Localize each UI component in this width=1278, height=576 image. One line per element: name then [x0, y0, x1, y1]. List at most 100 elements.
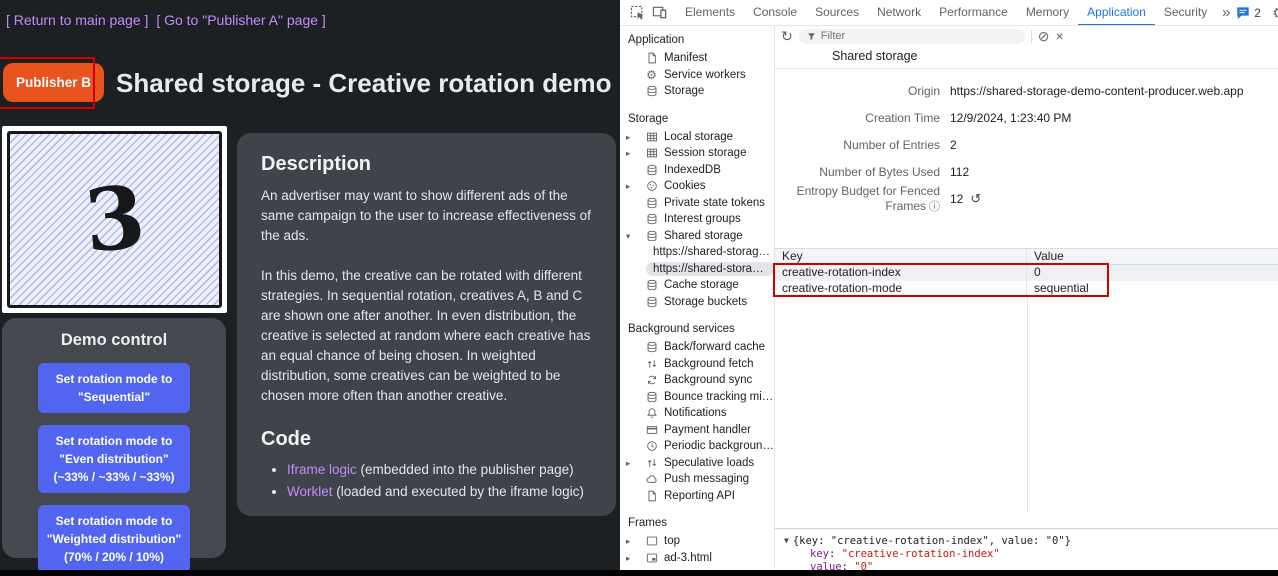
sidebar-item-label: Cache storage	[664, 279, 739, 291]
tab-sources[interactable]: Sources	[806, 0, 868, 26]
sidebar-item-label: top	[664, 535, 680, 547]
more-tabs-icon[interactable]: »	[1216, 4, 1236, 21]
devtools-tabbar: ElementsConsoleSourcesNetworkPerformance…	[620, 0, 1278, 26]
settings-gear-icon[interactable]: ⚙	[1269, 4, 1278, 22]
table-header: Key Value	[775, 249, 1278, 265]
triangle-collapsed-icon[interactable]: ▸	[626, 145, 638, 162]
messages-badge[interactable]: 2	[1236, 6, 1261, 20]
sidebar-item-label: Notifications	[664, 407, 727, 419]
demo-buttons: Set rotation mode to"Sequential"Set rota…	[2, 363, 226, 570]
sidebar-item-cache-storage[interactable]: Cache storage	[620, 277, 774, 294]
database-icon	[645, 341, 658, 354]
cell-key: creative-rotation-index	[775, 265, 1027, 281]
sidebar-item-cookies[interactable]: ▸Cookies	[620, 178, 774, 195]
sidebar-item-interest-groups[interactable]: Interest groups	[620, 211, 774, 228]
tab-application[interactable]: Application	[1078, 0, 1155, 26]
sidebar-item-https-shared-storage-d[interactable]: https://shared-storage-d…	[620, 244, 774, 261]
go-to-publisher-a-link[interactable]: [ Go to "Publisher A" page ]	[156, 12, 325, 28]
sidebar-item-speculative-loads[interactable]: ▸Speculative loads	[620, 455, 774, 472]
sidebar-item-label: Background fetch	[664, 358, 754, 370]
button-line: "Sequential"	[42, 388, 186, 406]
sidebar-item-storage[interactable]: Storage	[620, 83, 774, 100]
sidebar-section-storage: Storage▸Local storage▸Session storageInd…	[620, 111, 774, 311]
sidebar-item-storage-buckets[interactable]: Storage buckets	[620, 294, 774, 311]
devtools-tabs: ElementsConsoleSourcesNetworkPerformance…	[676, 0, 1216, 26]
refresh-icon[interactable]: ↻	[781, 29, 793, 43]
sidebar-item-background-fetch[interactable]: Background fetch	[620, 356, 774, 373]
sidebar-item-notifications[interactable]: Notifications	[620, 405, 774, 422]
sidebar-item-push-messaging[interactable]: Push messaging	[620, 471, 774, 488]
sidebar-item-label: Private state tokens	[664, 197, 765, 209]
sidebar-item-payment-handler[interactable]: Payment handler	[620, 422, 774, 439]
tab-performance[interactable]: Performance	[930, 0, 1017, 26]
sidebar-item-ad-3-html[interactable]: ▸ad-3.html	[620, 550, 774, 567]
publisher-b-button[interactable]: Publisher B	[3, 63, 104, 102]
sidebar-item-shared-storage[interactable]: ▾Shared storage	[620, 228, 774, 245]
preview-entry: key: "creative-rotation-index"	[784, 548, 1278, 561]
description-paragraph-2: In this demo, the creative can be rotate…	[261, 266, 592, 406]
table-row[interactable]: creative-rotation-index0	[775, 265, 1278, 281]
table-row[interactable]: creative-rotation-modesequential	[775, 281, 1278, 297]
sidebar-item-private-state-tokens[interactable]: Private state tokens	[620, 195, 774, 212]
button-line: Set rotation mode to	[42, 432, 186, 450]
ad-creative-hatch: 3	[7, 131, 222, 308]
triangle-collapsed-icon[interactable]: ▸	[626, 178, 638, 195]
filter-input[interactable]	[821, 30, 1017, 42]
sidebar-item-back-forward-cache[interactable]: Back/forward cache	[620, 339, 774, 356]
column-header-key[interactable]: Key	[775, 249, 1027, 264]
sidebar-item-label: https://shared-storage-d…	[646, 262, 774, 276]
worklet-link[interactable]: Worklet	[287, 484, 333, 499]
block-icon[interactable]: ⊘	[1038, 29, 1050, 43]
triangle-collapsed-icon[interactable]: ▸	[626, 533, 638, 550]
sidebar-item-manifest[interactable]: Manifest	[620, 50, 774, 67]
sync-icon	[645, 374, 658, 387]
sidebar-item-label: Local storage	[664, 131, 733, 143]
page-nav: [ Return to main page ] [ Go to "Publish…	[6, 12, 330, 28]
tab-network[interactable]: Network	[868, 0, 930, 26]
triangle-collapsed-icon[interactable]: ▸	[626, 550, 638, 567]
sidebar-item-indexeddb[interactable]: IndexedDB	[620, 162, 774, 179]
sidebar-item-session-storage[interactable]: ▸Session storage	[620, 145, 774, 162]
button-line: (~33% / ~33% / ~33%)	[42, 468, 186, 486]
updown-icon	[645, 456, 658, 469]
return-to-main-link[interactable]: [ Return to main page ]	[6, 12, 148, 28]
preview-property-value: "creative-rotation-index"	[842, 548, 1000, 560]
device-toolbar-icon[interactable]	[648, 2, 670, 24]
sidebar-item-local-storage[interactable]: ▸ Local storage	[620, 129, 774, 146]
set-rotation-weighted-button[interactable]: Set rotation mode to"Weighted distributi…	[38, 505, 190, 570]
file-icon	[645, 52, 658, 65]
reset-budget-icon[interactable]: ↺	[970, 191, 981, 207]
page-title: Shared storage - Creative rotation demo	[116, 68, 612, 99]
sidebar-item-background-sync[interactable]: Background sync	[620, 372, 774, 389]
column-header-value[interactable]: Value	[1027, 249, 1278, 264]
sidebar-item-https-shared-storage-d[interactable]: https://shared-storage-d…	[620, 261, 774, 278]
code-links-list: Iframe logic (embedded into the publishe…	[287, 459, 592, 502]
code-bullet: Worklet (loaded and executed by the ifra…	[287, 481, 592, 503]
preview-summary-row[interactable]: ▼{key: "creative-rotation-index", value:…	[784, 534, 1278, 548]
sidebar-item-label: Service workers	[664, 69, 746, 81]
ad-creative[interactable]: 3	[2, 126, 227, 313]
triangle-expanded-icon[interactable]: ▾	[626, 228, 638, 245]
iframe-logic-link[interactable]: Iframe logic	[287, 462, 357, 477]
sidebar-item-periodic-background-s[interactable]: Periodic background s…	[620, 438, 774, 455]
preview-colon: :	[829, 548, 842, 560]
sidebar-section-title: Application	[620, 32, 774, 50]
sidebar-item-top[interactable]: ▸ top	[620, 533, 774, 550]
clear-icon[interactable]: ×	[1055, 29, 1063, 43]
tab-security[interactable]: Security	[1155, 0, 1216, 26]
cookie-icon	[645, 180, 658, 193]
code-bullet-text: (loaded and executed by the iframe logic…	[333, 484, 584, 499]
tab-console[interactable]: Console	[744, 0, 806, 26]
updown-icon	[645, 357, 658, 370]
info-icon[interactable]: ⓘ	[929, 201, 940, 213]
triangle-collapsed-icon[interactable]: ▸	[626, 129, 638, 146]
set-rotation-sequential-button[interactable]: Set rotation mode to"Sequential"	[38, 363, 190, 413]
tab-elements[interactable]: Elements	[676, 0, 744, 26]
set-rotation-even-button[interactable]: Set rotation mode to"Even distribution"(…	[38, 425, 190, 493]
triangle-collapsed-icon[interactable]: ▸	[626, 455, 638, 472]
sidebar-item-bounce-tracking-mitiga[interactable]: Bounce tracking mitiga…	[620, 389, 774, 406]
sidebar-item-reporting-api[interactable]: Reporting API	[620, 488, 774, 505]
sidebar-item-service-workers[interactable]: ⚙Service workers	[620, 67, 774, 84]
tab-memory[interactable]: Memory	[1017, 0, 1078, 26]
inspect-element-icon[interactable]	[626, 2, 648, 24]
